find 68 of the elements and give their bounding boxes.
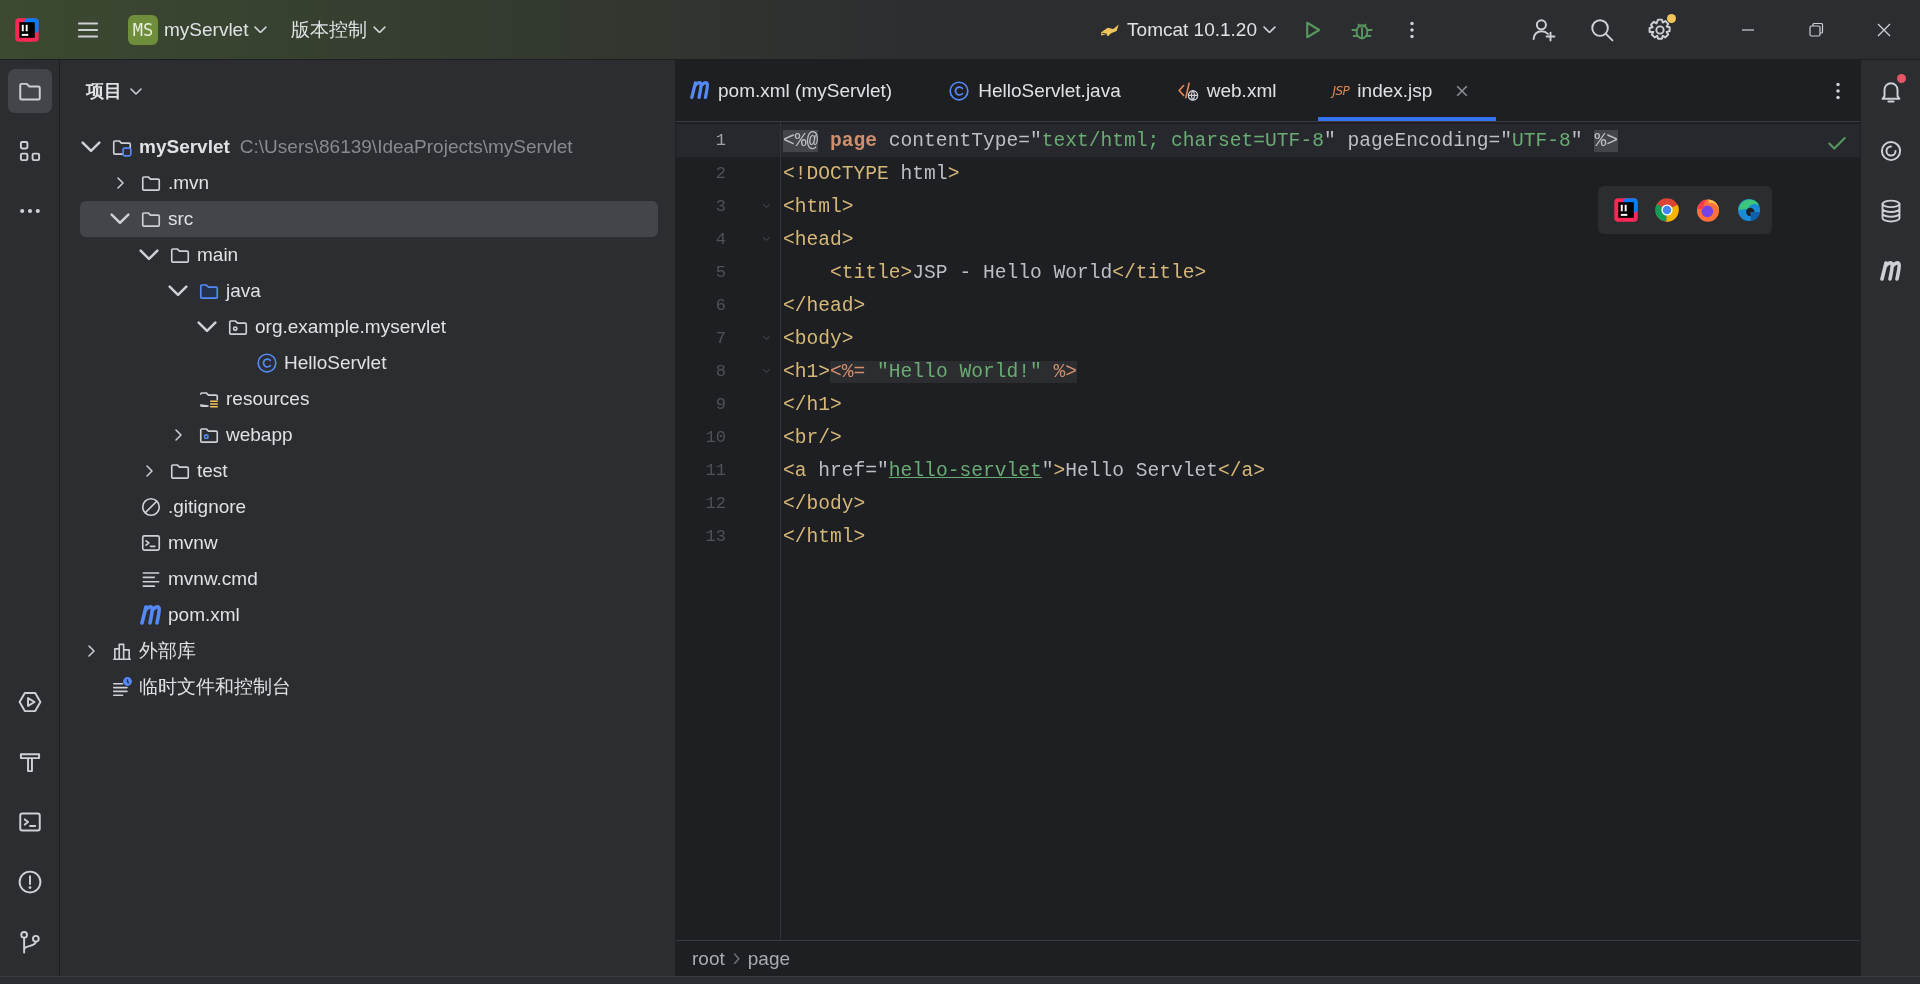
tree-item[interactable]: resources: [80, 381, 658, 417]
project-selector[interactable]: MS myServlet: [120, 8, 276, 51]
breadcrumb[interactable]: page: [747, 947, 791, 970]
tree-item[interactable]: mvnw: [80, 525, 658, 561]
editor-tab[interactable]: JSP index.jsp: [1318, 60, 1497, 121]
project-badge: MS: [128, 14, 158, 45]
code-line: </body>: [782, 492, 866, 515]
search-icon[interactable]: [1589, 16, 1615, 43]
editor-tab[interactable]: web.xml: [1162, 60, 1303, 121]
settings-icon[interactable]: [1647, 16, 1673, 43]
tree-item[interactable]: src: [80, 201, 658, 237]
maven-icon: [690, 81, 710, 100]
caret-icon: [1263, 25, 1276, 34]
tree-item[interactable]: myServlet C:\Users\86139\IdeaProjects\myServlet: [80, 129, 658, 165]
maven-icon: [140, 604, 162, 626]
tree-item[interactable]: main: [80, 237, 658, 273]
code-line: <head>: [782, 228, 854, 251]
caret-icon: [254, 25, 268, 34]
scratch-icon: [111, 676, 133, 698]
app-logo-icon[interactable]: [14, 16, 40, 43]
code-line: <br/>: [782, 426, 842, 449]
tree-item[interactable]: HelloServlet: [80, 345, 658, 381]
firefox-icon[interactable]: [1695, 197, 1721, 223]
code-line: <!DOCTYPE html>: [782, 162, 960, 185]
vcs-label: 版本控制: [291, 17, 368, 42]
terminal-file-icon: [140, 532, 162, 554]
code-line: </head>: [782, 294, 866, 317]
caret-icon: [130, 87, 142, 95]
chevron-right-icon: [732, 952, 740, 965]
caret-icon: [373, 25, 387, 34]
code-line: <body>: [782, 327, 854, 350]
tree-item[interactable]: mvnw.cmd: [80, 561, 658, 597]
chrome-icon[interactable]: [1654, 197, 1680, 223]
ide-icon[interactable]: [1613, 197, 1639, 223]
jsp-file-icon: JSP: [1332, 83, 1350, 98]
code-line: </html>: [782, 525, 866, 548]
code-line: <%@ page contentType="text/html; charset=UTF-8" pageEncoding="UTF-8" %>: [782, 129, 1618, 152]
editor-tab[interactable]: pom.xml (myServlet): [676, 60, 919, 121]
code-line: <a href="hello-servlet">Hello Servlet</a>: [782, 459, 1266, 482]
code-line: <html>: [782, 195, 854, 218]
tree-item[interactable]: webapp: [80, 417, 658, 453]
project-name: myServlet: [164, 18, 249, 41]
tree-item[interactable]: .gitignore: [80, 489, 658, 525]
run-config-name: Tomcat 10.1.20: [1127, 18, 1257, 41]
maven-icon[interactable]: [1879, 261, 1902, 281]
project-path: C:\Users\86139\IdeaProjects\myServlet: [239, 136, 573, 158]
ignore-icon: [140, 496, 162, 518]
tree-item[interactable]: test: [80, 453, 658, 489]
code-line: <title>JSP - Hello World</title>: [829, 261, 1207, 284]
folder-icon[interactable]: [7, 69, 52, 113]
tree-item[interactable]: 临时文件和控制台: [80, 669, 658, 705]
edge-icon[interactable]: [1736, 197, 1762, 223]
tree-item[interactable]: .mvn: [80, 165, 658, 201]
class-icon: [948, 79, 971, 102]
tree-item[interactable]: 外部库: [80, 633, 658, 669]
tree-item[interactable]: org.example.myservlet: [80, 309, 658, 345]
tree-item[interactable]: java: [80, 273, 658, 309]
panel-title-menu[interactable]: 项目: [80, 75, 148, 107]
tree-item[interactable]: pom.xml: [80, 597, 658, 633]
vcs-menu[interactable]: 版本控制: [283, 10, 395, 49]
class-icon: [256, 352, 278, 374]
run-config-selector[interactable]: Tomcat 10.1.20: [1091, 12, 1284, 47]
editor-tab[interactable]: HelloServlet.java: [934, 60, 1147, 121]
code-line: <h1><%= "Hello World!" %>: [782, 360, 1077, 383]
line-number: 1: [714, 131, 726, 150]
add-user-icon[interactable]: [1531, 16, 1557, 43]
breadcrumb[interactable]: root: [692, 947, 725, 970]
code-line: </h1>: [782, 393, 842, 416]
